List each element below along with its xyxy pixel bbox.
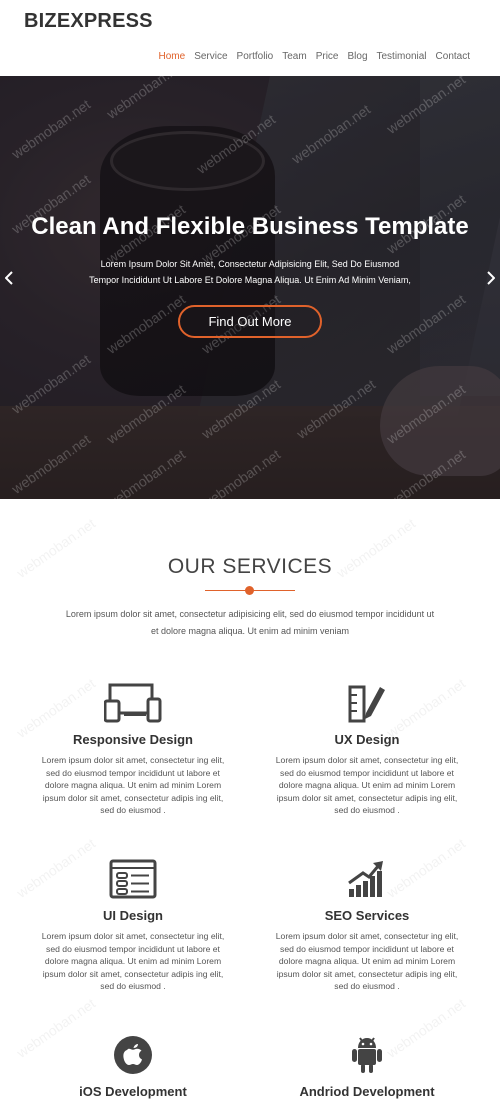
android-icon [257,1034,477,1076]
sliders-window-icon [23,858,243,900]
growth-chart-icon [257,858,477,900]
service-description-line: sed do eiusmod . [334,805,400,816]
service-description-line: ipsum dolor sit amet, consectetur adipis… [42,968,224,979]
service-description-line: dolore magna aliqua. Ut enim ad minim Lo… [278,956,456,967]
nav-item-portfolio[interactable]: Portfolio [237,51,274,62]
hero-text: Lorem Ipsum Dolor Sit Amet, Consectetur … [60,256,440,288]
service-description-line: sed do eiusmod tempor incididunt ut labo… [280,767,454,778]
service-description-line: Lorem ipsum dolor sit amet, consectetur … [41,931,225,941]
service-title: UI Design [103,908,163,923]
devices-icon [23,682,243,724]
hero-slider: webmoban.net webmoban.net webmoban.net w… [0,76,500,499]
service-card-android-development: Andriod Development [257,1034,477,1099]
service-description-line: ipsum dolor sit amet, consectetur adipis… [276,968,458,979]
service-description-line: dolore magna aliqua. Ut enim ad minim Lo… [44,780,222,791]
find-out-more-button[interactable]: Find Out More [178,305,322,338]
services-title: OUR SERVICES [167,555,333,578]
service-description-line: Lorem ipsum dolor sit amet, consectetur … [275,755,459,765]
service-title: iOS Development [79,1084,187,1099]
service-description-line: sed do eiusmod tempor incididunt ut labo… [46,943,220,954]
service-description-line: sed do eiusmod tempor incididunt ut labo… [46,767,220,778]
nav-item-home[interactable]: Home [159,51,186,62]
service-title: Andriod Development [299,1084,435,1099]
chevron-right-icon[interactable] [487,271,496,290]
nav-item-service[interactable]: Service [194,51,227,62]
service-description-line: sed do eiusmod . [100,981,166,992]
service-description-line: ipsum dolor sit amet, consectetur adipis… [42,792,224,803]
title-divider-dot [245,586,254,595]
service-description: Lorem ipsum dolor sit amet, consectetur … [257,930,477,993]
nav-item-team[interactable]: Team [282,51,306,62]
service-card-ui-design: UI Design Lorem ipsum dolor sit amet, co… [23,858,243,993]
service-description: Lorem ipsum dolor sit amet, consectetur … [23,754,243,817]
service-description-line: dolore magna aliqua. Ut enim ad minim Lo… [44,956,222,967]
service-title: UX Design [334,732,400,747]
chevron-left-icon[interactable] [4,271,13,290]
nav-item-price[interactable]: Price [316,51,339,62]
service-description-line: Lorem ipsum dolor sit amet, consectetur … [41,755,225,765]
services-intro: Lorem ipsum dolor sit amet, consectetur … [45,606,455,640]
apple-icon [23,1034,243,1076]
service-description-line: sed do eiusmod . [334,981,400,992]
service-description-line: sed do eiusmod . [100,805,166,816]
service-description-line: dolore magna aliqua. Ut enim ad minim Lo… [278,780,456,791]
service-description: Lorem ipsum dolor sit amet, consectetur … [257,754,477,817]
logo[interactable]: BIZEXPRESS [24,10,153,33]
service-card-ios-development: iOS Development [23,1034,243,1099]
service-card-responsive-design: Responsive Design Lorem ipsum dolor sit … [23,682,243,817]
hero-title: Clean And Flexible Business Template [31,213,469,240]
service-description: Lorem ipsum dolor sit amet, consectetur … [23,930,243,993]
service-description-line: sed do eiusmod tempor incididunt ut labo… [280,943,454,954]
service-card-seo-services: SEO Services Lorem ipsum dolor sit amet,… [257,858,477,993]
services-intro-line: Lorem ipsum dolor sit amet, consectetur … [65,609,435,619]
nav-item-contact[interactable]: Contact [436,51,470,62]
main-nav: Home Service Portfolio Team Price Blog T… [159,51,471,62]
service-description-line: ipsum dolor sit amet, consectetur adipis… [276,792,458,803]
nav-item-testimonial[interactable]: Testimonial [377,51,427,62]
services-intro-line: et dolore magna aliqua. Ut enim ad minim… [150,626,350,636]
service-title: Responsive Design [73,732,193,747]
pencil-ruler-icon [257,682,477,724]
nav-item-blog[interactable]: Blog [347,51,367,62]
hero-text-line: Tempor Incididunt Ut Labore Et Dolore Ma… [89,275,411,285]
site-header: BIZEXPRESS Home Service Portfolio Team P… [0,0,500,76]
hero-text-line: Lorem Ipsum Dolor Sit Amet, Consectetur … [100,259,400,269]
service-card-ux-design: UX Design Lorem ipsum dolor sit amet, co… [257,682,477,817]
service-description-line: Lorem ipsum dolor sit amet, consectetur … [275,931,459,941]
service-title: SEO Services [324,908,410,923]
